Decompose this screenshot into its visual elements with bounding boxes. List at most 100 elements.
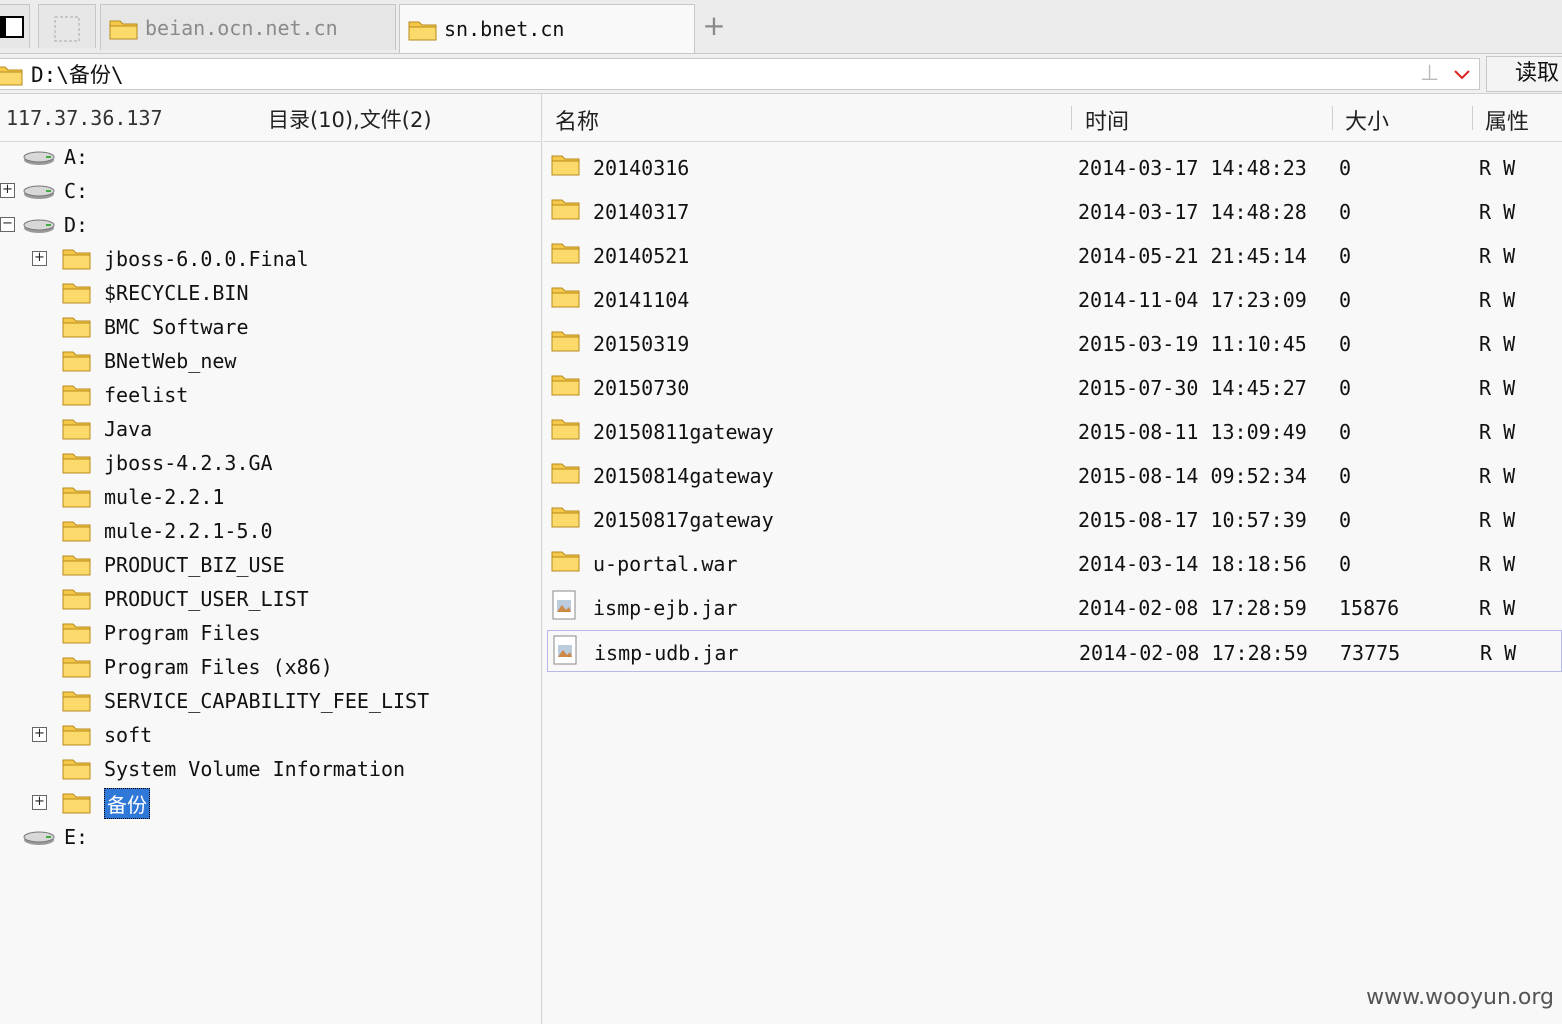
folder-icon [109, 20, 138, 39]
file-time: 2014-02-08 17:28:59 [1079, 641, 1308, 665]
file-row[interactable]: u-portal.war 2014-03-14 18:18:56 0 R W [547, 542, 1562, 584]
file-size: 0 [1339, 420, 1352, 444]
server-ip: 117.37.36.137 [6, 106, 163, 130]
tree-item-label: mule-2.2.1 [104, 485, 225, 509]
column-time[interactable]: 时间 [1085, 104, 1129, 136]
tree-item[interactable]: Java [62, 414, 152, 444]
file-attr: R W [1479, 244, 1516, 268]
tree-item[interactable]: jboss-4.2.3.GA [62, 448, 273, 478]
column-attr[interactable]: 属性 [1485, 104, 1529, 136]
tree-item-label: 备份 [104, 787, 150, 819]
file-time: 2015-08-14 09:52:34 [1078, 464, 1307, 488]
tree-item-label: feelist [104, 383, 189, 407]
folder-icon [62, 620, 104, 646]
file-row[interactable]: 20150730 2015-07-30 14:45:27 0 R W [547, 366, 1562, 408]
file-attr: R W [1479, 596, 1516, 620]
file-name: 20140316 [593, 156, 690, 180]
file-size: 15876 [1339, 596, 1400, 620]
expand-icon[interactable]: + [32, 727, 47, 742]
file-time: 2014-03-17 14:48:23 [1078, 156, 1307, 180]
path-input[interactable]: D:\备份\ ⊥ [0, 58, 1480, 90]
column-name[interactable]: 名称 [555, 104, 599, 136]
expand-icon[interactable]: + [32, 795, 47, 810]
tab-beian[interactable]: beian.ocn.net.cn [100, 4, 396, 50]
window-icon [0, 16, 24, 38]
folder-icon [62, 552, 104, 578]
folder-icon [551, 196, 581, 227]
path-text: D:\备份\ [31, 63, 124, 87]
tree-item-label: E: [64, 825, 89, 849]
file-list-header: 名称 时间 大小 属性 [543, 94, 1562, 142]
file-row[interactable]: ismp-udb.jar 2014-02-08 17:28:59 73775 R W [547, 630, 1562, 672]
blank-tab[interactable] [38, 4, 96, 48]
tree-item[interactable]: Program Files (x86) [62, 652, 333, 682]
tree-item[interactable]: PRODUCT_USER_LIST [62, 584, 309, 614]
column-divider[interactable] [1472, 106, 1473, 130]
column-size[interactable]: 大小 [1345, 104, 1389, 136]
tree-item[interactable]: − D: [0, 210, 88, 240]
file-row[interactable]: 20140317 2014-03-17 14:48:28 0 R W [547, 190, 1562, 232]
tree-item[interactable]: A: [22, 142, 88, 172]
tree-item[interactable]: E: [22, 822, 88, 852]
file-name: 20150730 [593, 376, 690, 400]
tree-item[interactable]: BMC Software [62, 312, 249, 342]
folder-icon [62, 416, 104, 442]
tree-item[interactable]: + 备份 [32, 787, 150, 819]
expand-icon[interactable]: + [32, 251, 47, 266]
dir-file-count: 目录(10),文件(2) [268, 108, 432, 132]
file-row[interactable]: 20141104 2014-11-04 17:23:09 0 R W [547, 278, 1562, 320]
tree-item[interactable]: SERVICE_CAPABILITY_FEE_LIST [62, 686, 429, 716]
file-size: 73775 [1340, 641, 1401, 665]
tree-item[interactable]: $RECYCLE.BIN [62, 278, 249, 308]
tree-item-label: Program Files (x86) [104, 655, 333, 679]
address-bar: D:\备份\ ⊥ 读取 [0, 54, 1562, 94]
tree-item[interactable]: PRODUCT_BIZ_USE [62, 550, 285, 580]
tree-item-label: PRODUCT_BIZ_USE [104, 553, 285, 577]
tree-item[interactable]: + jboss-6.0.0.Final [32, 244, 309, 274]
file-row[interactable]: 20140521 2014-05-21 21:45:14 0 R W [547, 234, 1562, 276]
file-row[interactable]: 20150319 2015-03-19 11:10:45 0 R W [547, 322, 1562, 364]
add-tab-button[interactable]: + [702, 12, 726, 42]
tree-item[interactable]: System Volume Information [62, 754, 405, 784]
file-name: 20141104 [593, 288, 690, 312]
file-row[interactable]: 20140316 2014-03-17 14:48:23 0 R W [547, 146, 1562, 188]
tree-item[interactable]: mule-2.2.1 [62, 482, 224, 512]
tab-bar: beian.ocn.net.cn sn.bnet.cn + [0, 0, 1562, 54]
file-attr: R W [1479, 464, 1516, 488]
up-arrow-icon[interactable]: ⊥ [1420, 61, 1439, 86]
tree-item-label: jboss-4.2.3.GA [104, 451, 273, 475]
file-row[interactable]: ismp-ejb.jar 2014-02-08 17:28:59 15876 R W [547, 586, 1562, 628]
file-size: 0 [1339, 332, 1352, 356]
tree-item[interactable]: BNetWeb_new [62, 346, 236, 376]
tree-item[interactable]: + soft [32, 720, 152, 750]
file-attr: R W [1479, 552, 1516, 576]
file-row[interactable]: 20150811gateway 2015-08-11 13:09:49 0 R W [547, 410, 1562, 452]
file-time: 2014-02-08 17:28:59 [1078, 596, 1307, 620]
column-divider[interactable] [1071, 106, 1072, 130]
column-divider[interactable] [1332, 106, 1333, 130]
file-row[interactable]: 20150817gateway 2015-08-17 10:57:39 0 R W [547, 498, 1562, 540]
new-window-tab[interactable] [0, 4, 30, 48]
file-attr: R W [1479, 376, 1516, 400]
folder-icon [62, 484, 104, 510]
tree-item-label: System Volume Information [104, 757, 406, 781]
file-name: ismp-ejb.jar [593, 596, 738, 620]
file-row[interactable]: 20150814gateway 2015-08-14 09:52:34 0 R W [547, 454, 1562, 496]
folder-icon [62, 756, 104, 782]
file-size: 0 [1339, 288, 1352, 312]
tree-item[interactable]: + C: [0, 176, 88, 206]
file-attr: R W [1479, 420, 1516, 444]
tab-label: sn.bnet.cn [444, 17, 565, 41]
read-button[interactable]: 读取 [1486, 56, 1562, 92]
tree-item[interactable]: Program Files [62, 618, 261, 648]
tree-item[interactable]: feelist [62, 380, 188, 410]
expand-icon[interactable]: + [0, 183, 15, 198]
tree-item[interactable]: mule-2.2.1-5.0 [62, 516, 273, 546]
chevron-down-icon[interactable] [1453, 65, 1471, 83]
tree-item-label: BNetWeb_new [104, 349, 237, 373]
collapse-icon[interactable]: − [0, 217, 15, 232]
tab-sn-bnet[interactable]: sn.bnet.cn [399, 4, 695, 53]
file-time: 2014-05-21 21:45:14 [1078, 244, 1307, 268]
folder-icon [551, 460, 581, 491]
file-time: 2015-08-11 13:09:49 [1078, 420, 1307, 444]
